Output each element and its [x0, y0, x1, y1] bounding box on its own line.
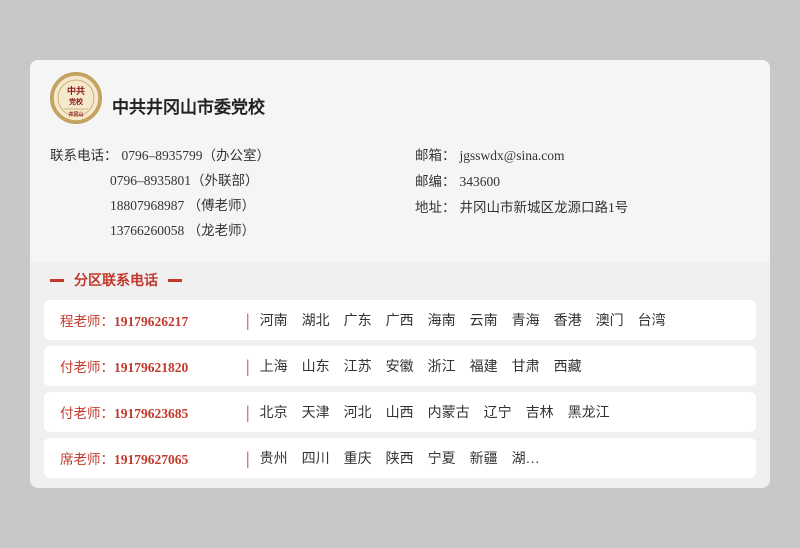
- region-item: 浙江: [428, 356, 456, 376]
- email-label: 邮箱：: [415, 144, 456, 164]
- region-item: 北京: [260, 402, 288, 422]
- region-card-1: 付老师：19179621820 | 上海山东江苏安徽浙江福建甘肃西藏: [44, 346, 756, 386]
- region-item: 山西: [386, 402, 414, 422]
- teacher-phone-1: 19179621820: [114, 360, 188, 375]
- address-label: 地址：: [415, 196, 456, 216]
- svg-text:中共: 中共: [67, 85, 85, 96]
- region-item: 四川: [302, 448, 330, 468]
- region-item: 福建: [470, 356, 498, 376]
- divider-right: [168, 279, 182, 282]
- logo-area: 中共 党校 井冈山 中共井冈山市委党校: [50, 72, 750, 124]
- region-item: 天津: [302, 402, 330, 422]
- region-item: 吉林: [526, 402, 554, 422]
- zip-label: 邮编：: [415, 170, 456, 190]
- svg-text:井冈山: 井冈山: [68, 111, 83, 118]
- teacher-name-1: 付老师：: [60, 360, 114, 375]
- teacher-info-0: 程老师：19179626217: [60, 310, 240, 330]
- phone-3-value: 18807968987 （傅老师）: [110, 194, 255, 214]
- address-value: 井冈山市新城区龙源口路1号: [460, 196, 629, 216]
- region-item: 广东: [344, 310, 372, 330]
- region-item: 重庆: [344, 448, 372, 468]
- contact-right: 邮箱： jgsswdx@sina.com 邮编： 343600 地址： 井冈山市…: [405, 144, 750, 244]
- region-item: 西藏: [554, 356, 582, 376]
- region-item: 黑龙江: [568, 402, 610, 422]
- teacher-name-0: 程老师：: [60, 314, 114, 329]
- regions-list-1: 上海山东江苏安徽浙江福建甘肃西藏: [260, 356, 582, 376]
- org-name: 中共井冈山市委党校: [112, 79, 265, 118]
- teacher-info-1: 付老师：19179621820: [60, 356, 240, 376]
- region-item: 贵州: [260, 448, 288, 468]
- address-row: 地址： 井冈山市新城区龙源口路1号: [415, 196, 750, 216]
- region-card-2: 付老师：19179623685 | 北京天津河北山西内蒙古辽宁吉林黑龙江: [44, 392, 756, 432]
- regions-list-0: 河南湖北广东广西海南云南青海香港澳门台湾: [260, 310, 666, 330]
- vertical-divider-3: |: [246, 449, 250, 467]
- region-item: 河南: [260, 310, 288, 330]
- phone-row-1: 联系电话： 0796–8935799（办公室）: [50, 144, 385, 164]
- vertical-divider-0: |: [246, 311, 250, 329]
- region-item: 陕西: [386, 448, 414, 468]
- header-section: 中共 党校 井冈山 中共井冈山市委党校 联系电话： 0796–8935799（办…: [30, 60, 770, 262]
- contact-grid: 联系电话： 0796–8935799（办公室） 0796–8935801（外联部…: [50, 134, 750, 248]
- contact-left: 联系电话： 0796–8935799（办公室） 0796–8935801（外联部…: [50, 144, 405, 244]
- email-value: jgsswdx@sina.com: [460, 148, 565, 164]
- teacher-name-3: 席老师：: [60, 452, 114, 467]
- main-card: 中共 党校 井冈山 中共井冈山市委党校 联系电话： 0796–8935799（办…: [30, 60, 770, 488]
- regions-list-2: 北京天津河北山西内蒙古辽宁吉林黑龙江: [260, 402, 610, 422]
- region-item: 辽宁: [484, 402, 512, 422]
- vertical-divider-1: |: [246, 357, 250, 375]
- regions-list-3: 贵州四川重庆陕西宁夏新疆湖…: [260, 448, 540, 468]
- phone-row-2: 0796–8935801（外联部）: [50, 169, 385, 189]
- zip-value: 343600: [460, 174, 501, 190]
- region-item: 湖…: [512, 448, 540, 468]
- region-item: 河北: [344, 402, 372, 422]
- teacher-phone-3: 19179627065: [114, 452, 188, 467]
- region-item: 香港: [554, 310, 582, 330]
- phone-1-value: 0796–8935799（办公室）: [122, 144, 271, 164]
- region-item: 澳门: [596, 310, 624, 330]
- region-card-0: 程老师：19179626217 | 河南湖北广东广西海南云南青海香港澳门台湾: [44, 300, 756, 340]
- region-card-3: 席老师：19179627065 | 贵州四川重庆陕西宁夏新疆湖…: [44, 438, 756, 478]
- region-item: 台湾: [638, 310, 666, 330]
- region-item: 江苏: [344, 356, 372, 376]
- region-item: 广西: [386, 310, 414, 330]
- region-item: 上海: [260, 356, 288, 376]
- phone-4-value: 13766260058 （龙老师）: [110, 219, 255, 239]
- section-divider: 分区联系电话: [30, 262, 770, 294]
- phone-2-value: 0796–8935801（外联部）: [110, 169, 259, 189]
- divider-left: [50, 279, 64, 282]
- org-logo: 中共 党校 井冈山: [50, 72, 102, 124]
- vertical-divider-2: |: [246, 403, 250, 421]
- region-item: 甘肃: [512, 356, 540, 376]
- region-item: 青海: [512, 310, 540, 330]
- phone-label: 联系电话：: [50, 144, 118, 164]
- zip-row: 邮编： 343600: [415, 170, 750, 190]
- teacher-phone-0: 19179626217: [114, 314, 188, 329]
- region-item: 湖北: [302, 310, 330, 330]
- phone-row-3: 18807968987 （傅老师）: [50, 194, 385, 214]
- svg-text:党校: 党校: [69, 97, 84, 106]
- teacher-info-2: 付老师：19179623685: [60, 402, 240, 422]
- region-cards: 程老师：19179626217 | 河南湖北广东广西海南云南青海香港澳门台湾付老师：…: [30, 294, 770, 488]
- teacher-phone-2: 19179623685: [114, 406, 188, 421]
- region-item: 宁夏: [428, 448, 456, 468]
- region-item: 内蒙古: [428, 402, 470, 422]
- teacher-name-2: 付老师：: [60, 406, 114, 421]
- region-item: 新疆: [470, 448, 498, 468]
- region-item: 云南: [470, 310, 498, 330]
- section-title: 分区联系电话: [70, 270, 162, 290]
- teacher-info-3: 席老师：19179627065: [60, 448, 240, 468]
- region-item: 山东: [302, 356, 330, 376]
- region-item: 安徽: [386, 356, 414, 376]
- region-item: 海南: [428, 310, 456, 330]
- phone-row-4: 13766260058 （龙老师）: [50, 219, 385, 239]
- email-row: 邮箱： jgsswdx@sina.com: [415, 144, 750, 164]
